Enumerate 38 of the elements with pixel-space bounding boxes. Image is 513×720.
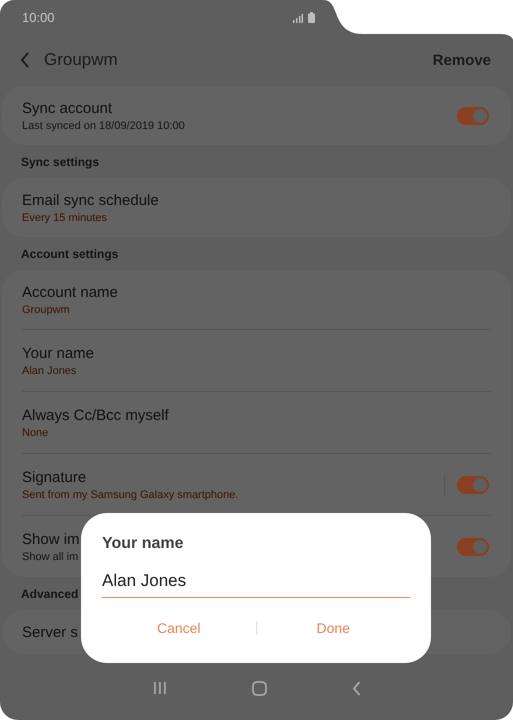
setting-title: Always Cc/Bcc myself: [22, 406, 169, 424]
section-header: Sync settings: [21, 154, 100, 168]
setting-value: Groupwm: [22, 304, 70, 316]
toggle-switch[interactable]: [457, 538, 489, 556]
dialog-title: Your name: [102, 535, 184, 553]
settings-row[interactable]: Your name Alan Jones: [22, 329, 491, 391]
toggle-switch[interactable]: [457, 476, 489, 494]
setting-value: Every 15 minutes: [22, 212, 107, 224]
setting-value: None: [22, 426, 48, 438]
signal-icon: [293, 14, 303, 22]
settings-row[interactable]: Sync account Last synced on 18/09/2019 10:00: [22, 86, 491, 145]
setting-value: Sent from my Samsung Galaxy smartphone.: [22, 488, 238, 500]
section-header: Account settings: [21, 246, 118, 260]
dialog-button[interactable]: Done: [256, 612, 410, 644]
home-icon[interactable]: [252, 680, 266, 696]
status-time: 10:00: [22, 10, 55, 24]
settings-row[interactable]: Account name Groupwm: [22, 270, 491, 329]
setting-title: Your name: [22, 344, 94, 362]
setting-title: Sync account: [22, 100, 112, 116]
remove-button[interactable]: Remove: [432, 52, 491, 68]
setting-title: Email sync schedule: [22, 192, 159, 208]
back-icon[interactable]: [352, 680, 360, 696]
setting-value: Alan Jones: [22, 364, 76, 376]
settings-row[interactable]: Always Cc/Bcc myself None: [22, 391, 491, 453]
recent-apps-icon[interactable]: [152, 681, 166, 695]
dialog-button[interactable]: Cancel: [102, 612, 256, 644]
setting-title: Account name: [22, 284, 118, 300]
setting-value: Show all im: [22, 550, 78, 562]
section-header: Advanced: [21, 586, 78, 600]
setting-title: Show im: [22, 530, 80, 548]
battery-icon: [308, 12, 315, 22]
toggle-switch[interactable]: [457, 106, 489, 124]
name-input[interactable]: Alan Jones: [102, 567, 410, 598]
screen-title: Groupwm: [44, 50, 119, 70]
back-icon[interactable]: [20, 52, 30, 68]
setting-title: Signature: [22, 468, 86, 486]
settings-row[interactable]: Email sync schedule Every 15 minutes: [22, 178, 491, 237]
setting-value: Last synced on 18/09/2019 10:00: [22, 120, 185, 132]
